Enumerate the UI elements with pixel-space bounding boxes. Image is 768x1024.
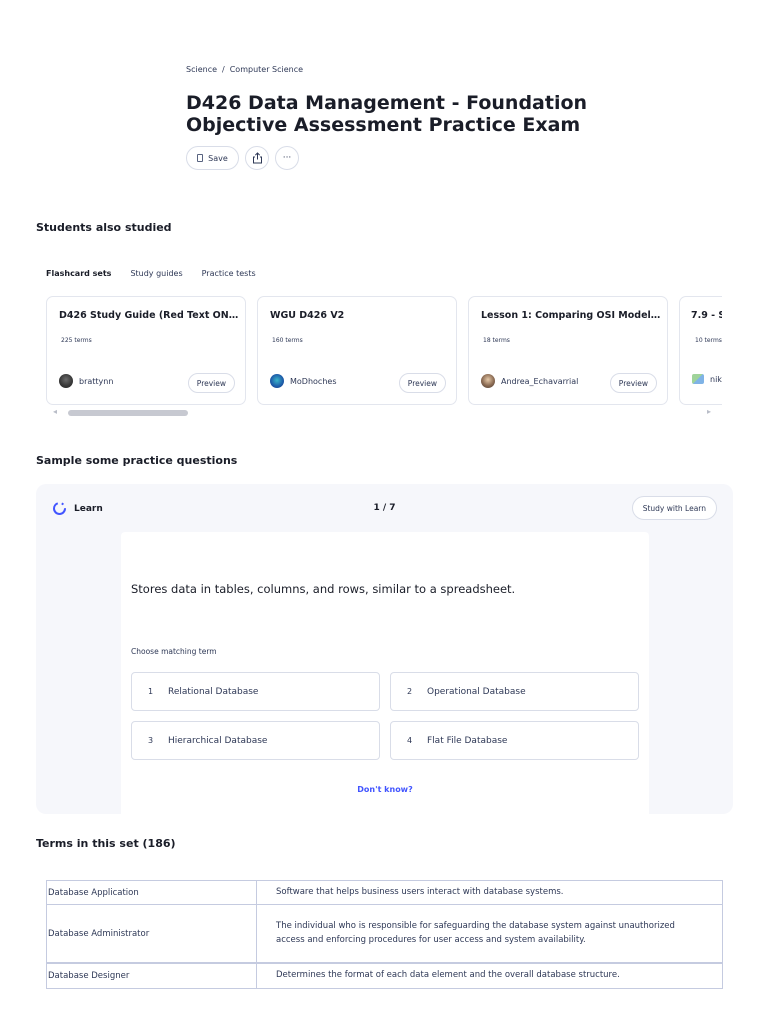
term-cell: Database Application [47, 881, 257, 904]
term-cell: Database Designer [47, 964, 257, 988]
card-title: WGU D426 V2 [270, 310, 345, 321]
card-title: Lesson 1: Comparing OSI Model Net... [481, 310, 663, 321]
card-author: nik [692, 374, 722, 384]
option-label: Hierarchical Database [168, 735, 268, 746]
study-with-learn-button[interactable]: Study with Learn [631, 496, 717, 520]
card-author: MoDhoches [270, 374, 336, 388]
tab-flashcard-sets[interactable]: Flashcard sets [46, 269, 111, 278]
scroll-left-icon[interactable]: ◂ [53, 407, 57, 416]
card-terms: 160 terms [272, 337, 303, 344]
flashcard-set-card[interactable]: Lesson 1: Comparing OSI Model Net... 18 … [468, 296, 668, 405]
breadcrumb-separator: / [222, 65, 225, 74]
flashcard-set-card[interactable]: WGU D426 V2 160 terms MoDhoches Preview [257, 296, 457, 405]
share-icon [252, 152, 262, 164]
more-button[interactable]: ··· [275, 146, 299, 170]
choose-matching-label: Choose matching term [131, 647, 217, 656]
save-button[interactable]: Save [186, 146, 239, 170]
card-terms: 225 terms [61, 337, 92, 344]
author-name: nik [710, 374, 722, 384]
author-name: brattynn [79, 376, 114, 386]
bookmark-icon [197, 154, 204, 162]
breadcrumb-computer-science[interactable]: Computer Science [230, 65, 303, 74]
card-terms: 10 terms [695, 337, 722, 344]
flashcard-set-card[interactable]: D426 Study Guide (Red Text ONLY) 225 ter… [46, 296, 246, 405]
tab-practice-tests[interactable]: Practice tests [202, 269, 256, 278]
set-actions: Save ··· [186, 146, 299, 170]
preview-button[interactable]: Preview [187, 373, 235, 393]
table-row: Database Administrator The individual wh… [47, 905, 722, 963]
term-cell: Database Administrator [47, 905, 257, 962]
question-card: Stores data in tables, columns, and rows… [121, 532, 649, 814]
option-label: Operational Database [427, 686, 526, 697]
practice-questions-heading: Sample some practice questions [36, 454, 238, 467]
more-icon: ··· [282, 153, 292, 163]
table-row: Database Application Software that helps… [47, 881, 722, 905]
option-number: 3 [148, 736, 154, 745]
question-prompt: Stores data in tables, columns, and rows… [131, 582, 516, 596]
definition-cell: The individual who is responsible for sa… [276, 921, 675, 945]
tab-study-guides[interactable]: Study guides [130, 269, 182, 278]
broken-image-icon [692, 374, 704, 384]
definition-cell: Determines the format of each data eleme… [276, 970, 620, 981]
avatar [481, 374, 495, 388]
author-name: Andrea_Echavarrial [501, 376, 579, 386]
save-label: Save [208, 153, 228, 163]
breadcrumb: Science / Computer Science [186, 65, 303, 74]
card-title: 7.9 - Sc [691, 310, 722, 321]
option-number: 2 [407, 687, 413, 696]
answer-option[interactable]: 3 Hierarchical Database [131, 721, 380, 760]
answer-option[interactable]: 4 Flat File Database [390, 721, 639, 760]
table-row: Database Designer Determines the format … [47, 963, 722, 988]
avatar [59, 374, 73, 388]
scroll-right-icon[interactable]: ▸ [707, 407, 711, 416]
preview-button[interactable]: Preview [609, 373, 657, 393]
avatar [270, 374, 284, 388]
answer-option[interactable]: 2 Operational Database [390, 672, 639, 711]
author-name: MoDhoches [290, 376, 337, 386]
flashcard-carousel: D426 Study Guide (Red Text ONLY) 225 ter… [46, 296, 722, 406]
terms-heading: Terms in this set (186) [36, 837, 176, 850]
studied-tabs: Flashcard sets Study guides Practice tes… [46, 269, 256, 278]
carousel-scrollbar[interactable]: ◂ ▸ [46, 406, 722, 418]
definition-cell: Software that helps business users inter… [276, 886, 564, 897]
learn-panel: Learn 1 / 7 Study with Learn Stores data… [36, 484, 733, 814]
card-author: brattynn [59, 374, 113, 388]
scrollbar-thumb[interactable] [68, 410, 188, 416]
answer-option[interactable]: 1 Relational Database [131, 672, 380, 711]
option-number: 1 [148, 687, 154, 696]
preview-button[interactable]: Preview [398, 373, 446, 393]
dont-know-button[interactable]: Don't know? [121, 785, 649, 794]
question-counter: 1 / 7 [373, 503, 396, 513]
option-number: 4 [407, 736, 413, 745]
card-author: Andrea_Echavarrial [481, 374, 578, 388]
option-label: Flat File Database [427, 735, 508, 746]
students-also-studied-heading: Students also studied [36, 221, 172, 234]
flashcard-set-card[interactable]: 7.9 - Sc 10 terms nik [679, 296, 722, 405]
option-label: Relational Database [168, 686, 259, 697]
card-title: D426 Study Guide (Red Text ONLY) [59, 310, 241, 321]
share-button[interactable] [245, 146, 269, 170]
breadcrumb-science[interactable]: Science [186, 65, 217, 74]
card-terms: 18 terms [483, 337, 510, 344]
terms-table: Database Application Software that helps… [46, 880, 723, 989]
page-title: D426 Data Management - Foundation Object… [186, 92, 588, 136]
